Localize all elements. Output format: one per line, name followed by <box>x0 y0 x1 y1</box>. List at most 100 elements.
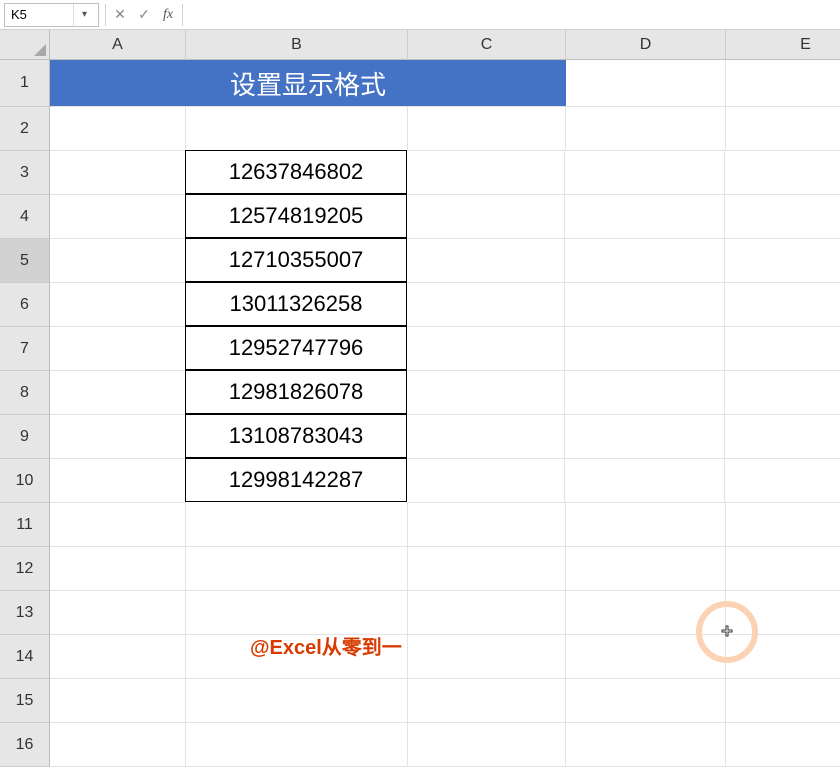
cell[interactable] <box>186 679 408 723</box>
confirm-icon[interactable]: ✓ <box>132 3 156 27</box>
cell[interactable] <box>408 107 566 151</box>
cell[interactable] <box>50 503 186 547</box>
cell[interactable] <box>726 107 840 151</box>
cell[interactable] <box>407 151 565 195</box>
cell[interactable] <box>186 723 408 767</box>
cell[interactable] <box>726 503 840 547</box>
cell[interactable] <box>566 547 726 591</box>
row-header[interactable]: 8 <box>0 371 50 415</box>
cell[interactable] <box>566 723 726 767</box>
cell[interactable]: 12637846802 <box>185 150 407 194</box>
cell[interactable] <box>565 239 725 283</box>
cell[interactable] <box>407 459 565 503</box>
cell[interactable] <box>725 371 840 415</box>
title-cell[interactable]: 设置显示格式 <box>50 60 566 107</box>
cell[interactable] <box>566 107 726 151</box>
row-header[interactable]: 15 <box>0 679 50 723</box>
formula-input[interactable] <box>185 3 840 27</box>
cell[interactable] <box>725 459 840 503</box>
cell[interactable] <box>726 547 840 591</box>
cell[interactable] <box>725 415 840 459</box>
row-header[interactable]: 12 <box>0 547 50 591</box>
cancel-icon[interactable]: ✕ <box>108 3 132 27</box>
cell[interactable] <box>725 195 840 239</box>
cell[interactable] <box>407 239 565 283</box>
cell[interactable]: 13011326258 <box>185 282 407 326</box>
column-header[interactable]: C <box>408 30 566 60</box>
cell[interactable]: 12981826078 <box>185 370 407 414</box>
cell[interactable] <box>50 591 186 635</box>
cell[interactable] <box>565 459 725 503</box>
cell[interactable] <box>50 195 186 239</box>
cell[interactable] <box>50 459 186 503</box>
cell[interactable] <box>566 60 726 107</box>
row-header[interactable]: 1 <box>0 60 50 107</box>
cell[interactable] <box>408 503 566 547</box>
name-box-input[interactable] <box>5 7 73 22</box>
name-box-dropdown-icon[interactable]: ▾ <box>73 4 95 26</box>
cell[interactable] <box>50 107 186 151</box>
column-header[interactable]: E <box>726 30 840 60</box>
cell[interactable] <box>50 371 186 415</box>
cell[interactable] <box>407 327 565 371</box>
cell[interactable] <box>565 283 725 327</box>
cell[interactable] <box>725 151 840 195</box>
cell[interactable] <box>50 239 186 283</box>
cell[interactable] <box>50 151 186 195</box>
name-box[interactable]: ▾ <box>4 3 99 27</box>
cell[interactable] <box>408 591 566 635</box>
cell[interactable] <box>407 415 565 459</box>
cell[interactable] <box>726 723 840 767</box>
cell[interactable] <box>50 635 186 679</box>
row-header[interactable]: 16 <box>0 723 50 767</box>
cell[interactable] <box>408 679 566 723</box>
cell[interactable]: 12574819205 <box>185 194 407 238</box>
cell[interactable] <box>186 107 408 151</box>
cell[interactable] <box>726 60 840 107</box>
row-header[interactable]: 7 <box>0 327 50 371</box>
row-header[interactable]: 14 <box>0 635 50 679</box>
cell[interactable] <box>565 195 725 239</box>
fx-icon[interactable]: fx <box>156 3 180 27</box>
cell[interactable]: 12952747796 <box>185 326 407 370</box>
cell[interactable]: 13108783043 <box>185 414 407 458</box>
cell[interactable] <box>565 371 725 415</box>
cell[interactable] <box>565 415 725 459</box>
cell[interactable] <box>725 283 840 327</box>
cell[interactable] <box>407 283 565 327</box>
cell[interactable] <box>407 195 565 239</box>
cell[interactable] <box>408 547 566 591</box>
cell[interactable] <box>50 283 186 327</box>
cell[interactable] <box>566 679 726 723</box>
row-header[interactable]: 9 <box>0 415 50 459</box>
row-header[interactable]: 3 <box>0 151 50 195</box>
column-header[interactable]: A <box>50 30 186 60</box>
cell[interactable] <box>50 679 186 723</box>
cell[interactable]: 12710355007 <box>185 238 407 282</box>
cell[interactable] <box>565 327 725 371</box>
cell[interactable] <box>408 635 566 679</box>
row-header[interactable]: 10 <box>0 459 50 503</box>
cell[interactable] <box>725 239 840 283</box>
cell[interactable] <box>50 327 186 371</box>
row-header[interactable]: 6 <box>0 283 50 327</box>
cell[interactable] <box>186 503 408 547</box>
select-all-corner[interactable] <box>0 30 50 60</box>
cell[interactable] <box>725 327 840 371</box>
cell[interactable] <box>565 151 725 195</box>
cell[interactable] <box>186 547 408 591</box>
column-header[interactable]: B <box>186 30 408 60</box>
cell[interactable] <box>50 547 186 591</box>
row-header[interactable]: 5 <box>0 239 50 283</box>
row-header[interactable]: 13 <box>0 591 50 635</box>
cell[interactable]: 12998142287 <box>185 458 407 502</box>
cell[interactable] <box>186 591 408 635</box>
cell[interactable] <box>408 723 566 767</box>
cell[interactable] <box>566 503 726 547</box>
cell[interactable] <box>50 415 186 459</box>
cell[interactable] <box>50 723 186 767</box>
row-header[interactable]: 2 <box>0 107 50 151</box>
cell[interactable] <box>407 371 565 415</box>
row-header[interactable]: 11 <box>0 503 50 547</box>
row-header[interactable]: 4 <box>0 195 50 239</box>
